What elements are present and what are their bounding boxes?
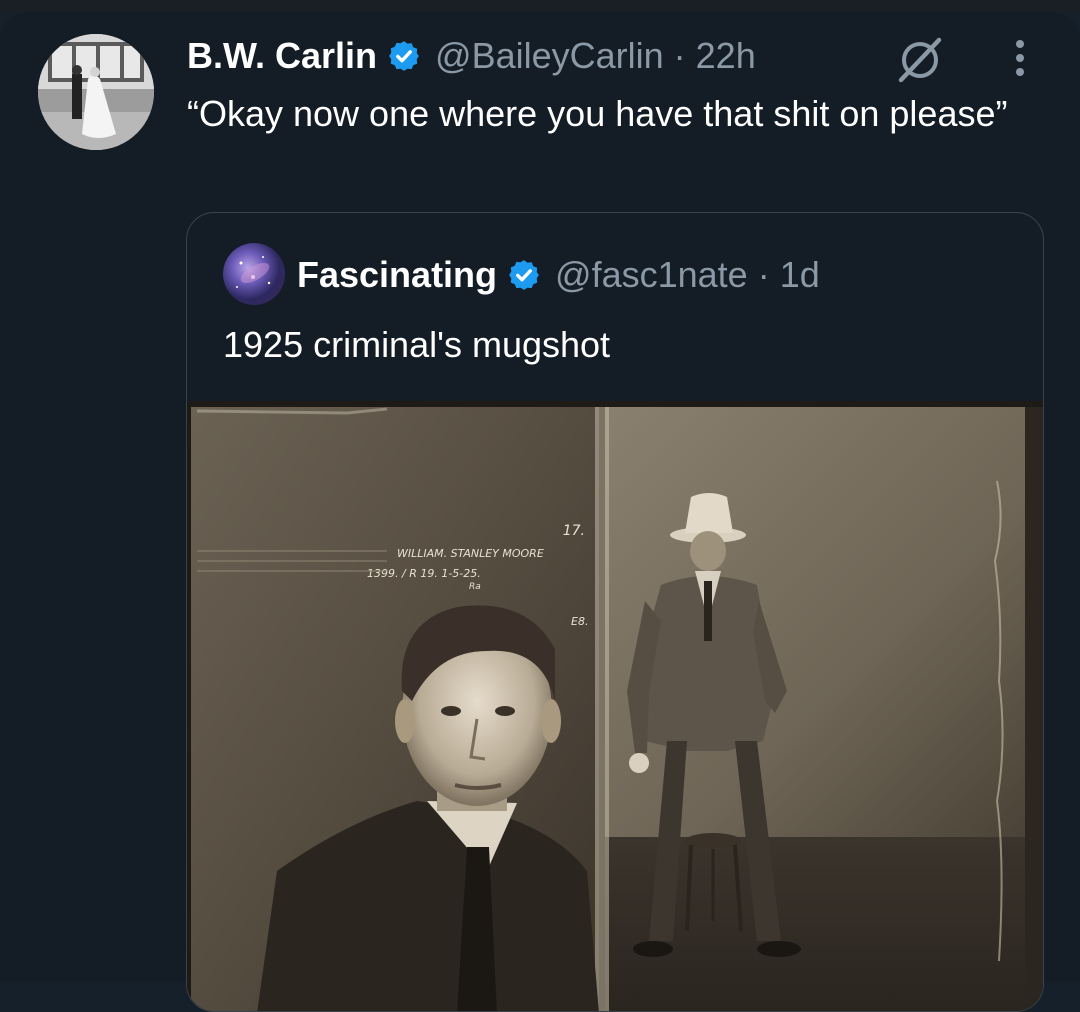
- display-name[interactable]: B.W. Carlin: [187, 35, 377, 77]
- quoted-tweet-text: 1925 criminal's mugshot: [223, 324, 611, 365]
- photo-caption-details: 1399. / R 19. 1-5-25.: [367, 567, 481, 580]
- quoted-tweet[interactable]: Fascinating @fasc1nate · 1d 1925 crimina…: [186, 212, 1044, 1012]
- verified-badge-icon: [389, 41, 419, 71]
- quoted-tweet-header: Fascinating @fasc1nate · 1d: [297, 249, 820, 301]
- verified-badge-icon: [509, 260, 539, 290]
- tweet[interactable]: B.W. Carlin @BaileyCarlin · 22h “Okay no…: [0, 12, 1080, 1012]
- quoted-handle-and-time[interactable]: @fasc1nate · 1d: [555, 254, 820, 296]
- more-vertical-icon[interactable]: [1002, 36, 1038, 80]
- photo-caption-code: E8.: [571, 615, 588, 628]
- photo-caption-number: 17.: [563, 523, 585, 539]
- user-avatar[interactable]: [38, 34, 154, 150]
- photo-caption-name: WILLIAM. STANLEY MOORE: [397, 547, 544, 560]
- status-bar: [0, 0, 1080, 12]
- galaxy-avatar[interactable]: [223, 243, 285, 305]
- tweet-text: “Okay now one where you have that shit o…: [187, 93, 1008, 134]
- tweet-header: B.W. Carlin @BaileyCarlin · 22h: [187, 28, 756, 84]
- handle-and-time[interactable]: @BaileyCarlin · 22h: [435, 35, 756, 77]
- grok-icon[interactable]: [895, 36, 945, 84]
- photo-caption-ra: Ra: [469, 582, 481, 592]
- mugshot-photo[interactable]: 17. WILLIAM. STANLEY MOORE 1399. / R 19.…: [187, 401, 1044, 1012]
- wedding-photo-avatar: [38, 34, 154, 150]
- quoted-display-name[interactable]: Fascinating: [297, 254, 497, 296]
